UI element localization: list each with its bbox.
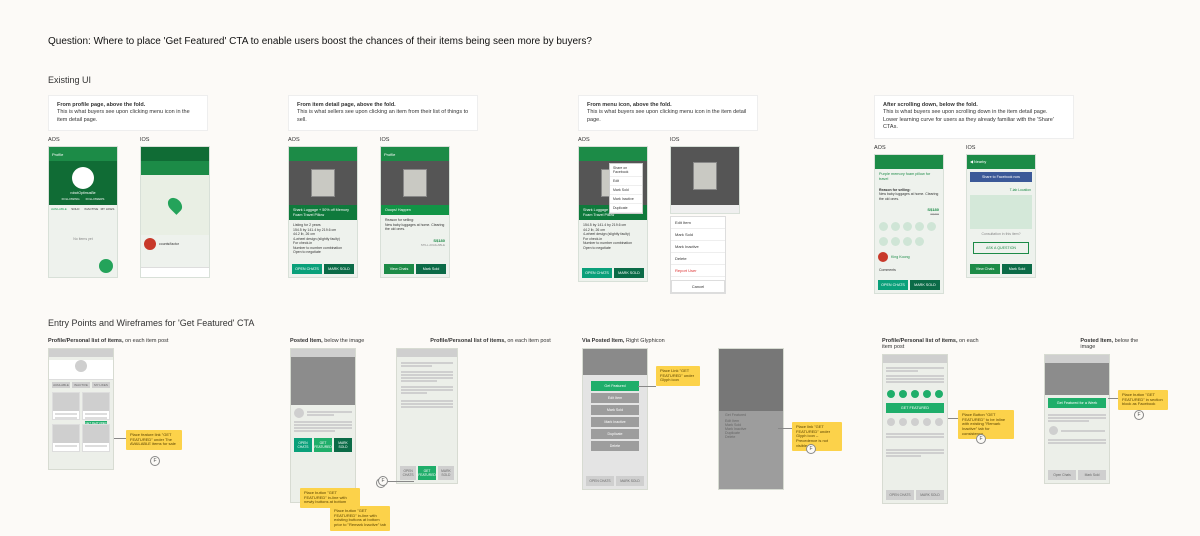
wf-menu-1: Get Featured Edit Item Mark Sold Mark In…	[582, 348, 648, 490]
page-question: Question: Where to place 'Get Featured' …	[48, 36, 1152, 47]
context-menu-aos[interactable]: Share on Facebook Edit Mark Sold Mark In…	[609, 163, 643, 214]
share-icon[interactable]	[891, 222, 900, 231]
wf-profile-1: AVAILABLEINACTIVEMY LIKES GET FEATURED	[48, 348, 114, 470]
get-featured-wf-button-3[interactable]: GET FEATURED	[886, 403, 944, 413]
share-fb-button[interactable]: Share to Facebook now	[970, 172, 1032, 182]
get-featured-week-button[interactable]: Get Featured for a Week	[1048, 398, 1106, 408]
wf-cluster-1: Profile/Personal list of items, on each …	[48, 338, 290, 504]
wf-caption-1: Profile/Personal list of items, on each …	[48, 338, 290, 344]
ask-question-button[interactable]: ASK A QUESTION	[973, 242, 1029, 254]
cluster-item-detail: From item detail page, above the fold. T…	[288, 95, 578, 294]
open-chats-wf-button[interactable]: OPEN CHATS	[294, 438, 312, 452]
share-icon[interactable]	[915, 237, 924, 246]
open-chats-button-2[interactable]: OPEN CHATS	[582, 268, 612, 278]
share-icon[interactable]	[891, 237, 900, 246]
screen-ios-item: Profile Ooops! Happen Reason for selling…	[380, 146, 450, 278]
existing-ui-row: From profile page, above the fold. This …	[48, 95, 1152, 294]
plat-label-aos: AOS	[48, 137, 118, 143]
wf-profile-3: GET FEATURED OPEN CHATS MARK SOLD	[882, 354, 948, 504]
note-card-4: After scrolling down, below the fold. Th…	[874, 95, 1074, 139]
screen-aos-menu: Share on Facebook Edit Mark Sold Mark In…	[578, 146, 648, 282]
wf-posted-1: OPEN CHATS GET FEATURED MARK SOLD	[290, 348, 356, 503]
map-preview	[970, 195, 1032, 229]
profile-header: Profile	[49, 147, 117, 161]
oops-band: Ooops! Happen	[381, 205, 449, 215]
wf-profile-2: OPEN CHATS GET FEATURED MARK SOLD	[396, 348, 458, 484]
wf-menu-2: Get Featured Edit Item Mark Sold Mark In…	[718, 348, 784, 490]
annotation-1: Place feature link "GET FEATURED" under …	[126, 430, 182, 450]
plat-ios-1: iOS counts/factor	[140, 137, 210, 278]
plat-aos-3: AOS Share on Facebook Edit Mark Sold Mar…	[578, 137, 648, 294]
annotation-6: Place Button "GET FEATURED" to be inline…	[958, 410, 1014, 439]
annotation-2: Place button "GET FEATURED" in-line with…	[300, 488, 360, 508]
screen-ios-scroll: ◀ Nearby Share to Facebook now T-lab Loc…	[966, 154, 1036, 278]
plat-ios-2: iOS Profile Ooops! Happen Reason for sel…	[380, 137, 450, 278]
share-icon[interactable]	[915, 222, 924, 231]
plat-ios-4: iOS ◀ Nearby Share to Facebook now T-lab…	[966, 145, 1036, 294]
mark-sold-button-2[interactable]: MARK SOLD	[614, 268, 644, 278]
annotation-4: Place Link "GET FEATURED" under Glyph ic…	[656, 366, 700, 386]
get-featured-menu-item-2[interactable]: Get Featured	[725, 413, 777, 417]
screen-aos-profile: Profile robotOptimusBe FOLLOWINGFOLLOWER…	[48, 146, 118, 278]
open-chats-button-ios-4[interactable]: View Chats	[970, 264, 1000, 274]
item-title-band: Shark Luggage + 50% off Memory Foam Trav…	[289, 205, 357, 220]
cancel-button[interactable]: Cancel	[671, 280, 725, 293]
note-card-3: From menu icon, above the fold. This is …	[578, 95, 758, 131]
mark-sold-button-ios-4[interactable]: Mark Sold	[1002, 264, 1032, 274]
section-existing-ui-title: Existing UI	[48, 75, 1152, 85]
ring-marker: F	[1134, 410, 1144, 420]
plat-aos-4: AOS Purple memory foam pillow for travel…	[874, 145, 944, 294]
section-wireframes-title: Entry Points and Wireframes for 'Get Fea…	[48, 318, 1152, 328]
cluster-menu-icon: From menu icon, above the fold. This is …	[578, 95, 874, 294]
profile-map	[141, 175, 209, 235]
share-icon[interactable]	[903, 222, 912, 231]
note-card-1: From profile page, above the fold. This …	[48, 95, 208, 131]
wf-posted-2: Get Featured for a Week Open Chats Mark …	[1044, 354, 1110, 484]
ios-action-sheet[interactable]: Edit Item Mark Sold Mark Inactive Delete…	[670, 216, 726, 294]
ring-marker: F	[976, 434, 986, 444]
mark-sold-wf-button[interactable]: MARK SOLD	[334, 438, 352, 452]
ring-marker: F	[806, 444, 816, 454]
ring-marker: F	[378, 476, 388, 486]
cluster-below-fold: After scrolling down, below the fold. Th…	[874, 95, 1144, 294]
screen-aos-scroll: Purple memory foam pillow for travel Rea…	[874, 154, 944, 294]
annotation-3: Place button "GET FEATURED" in-line with…	[330, 506, 390, 530]
plat-aos-1: AOS Profile robotOptimusBe FOLLOWINGFOLL…	[48, 137, 118, 278]
open-chats-button[interactable]: OPEN CHATS	[292, 264, 322, 274]
mark-sold-button-ios[interactable]: Mark Sold	[416, 264, 446, 274]
open-chats-button-3[interactable]: OPEN CHATS	[878, 280, 908, 290]
plat-label-ios: iOS	[140, 137, 210, 143]
fab-icon[interactable]	[99, 259, 113, 273]
annotation-7: Place button "GET FEATURED" in section b…	[1118, 390, 1168, 410]
wf-cluster-2: Posted Item, below the image Profile/Per…	[290, 338, 582, 504]
item-image	[289, 161, 357, 205]
note-card-2: From item detail page, above the fold. T…	[288, 95, 478, 131]
cluster-profile-page: From profile page, above the fold. This …	[48, 95, 288, 294]
wf-cluster-3: Via Posted Item, Right Glyphicon Get Fea…	[582, 338, 882, 504]
screen-ios-profile: counts/factor	[140, 146, 210, 278]
share-icon[interactable]	[903, 237, 912, 246]
share-icon[interactable]	[879, 237, 888, 246]
get-featured-wf-button[interactable]: GET FEATURED	[314, 438, 332, 452]
mark-sold-button[interactable]: MARK SOLD	[324, 264, 354, 274]
share-icon[interactable]	[927, 222, 936, 231]
ring-marker: F	[150, 456, 160, 466]
get-featured-wf-button-2[interactable]: GET FEATURED	[418, 466, 436, 480]
mark-sold-button-3[interactable]: MARK SOLD	[910, 280, 940, 290]
screen-aos-item: Shark Luggage + 50% off Memory Foam Trav…	[288, 146, 358, 278]
get-featured-menu-item[interactable]: Get Featured	[591, 381, 639, 391]
plat-aos-2: AOS Shark Luggage + 50% off Memory Foam …	[288, 137, 358, 278]
annotation-5: Place link "GET FEATURED" under Glyph ic…	[792, 422, 842, 451]
plat-ios-3: iOS Edit Item Mark Sold Mark Inactive De…	[670, 137, 740, 294]
wf-cluster-4: Profile/Personal list of items, on each …	[882, 338, 1146, 504]
view-chats-button[interactable]: View Chats	[384, 264, 414, 274]
wireframes-row: Profile/Personal list of items, on each …	[48, 338, 1152, 504]
share-icon[interactable]	[879, 222, 888, 231]
screen-ios-menu-img	[670, 146, 740, 214]
